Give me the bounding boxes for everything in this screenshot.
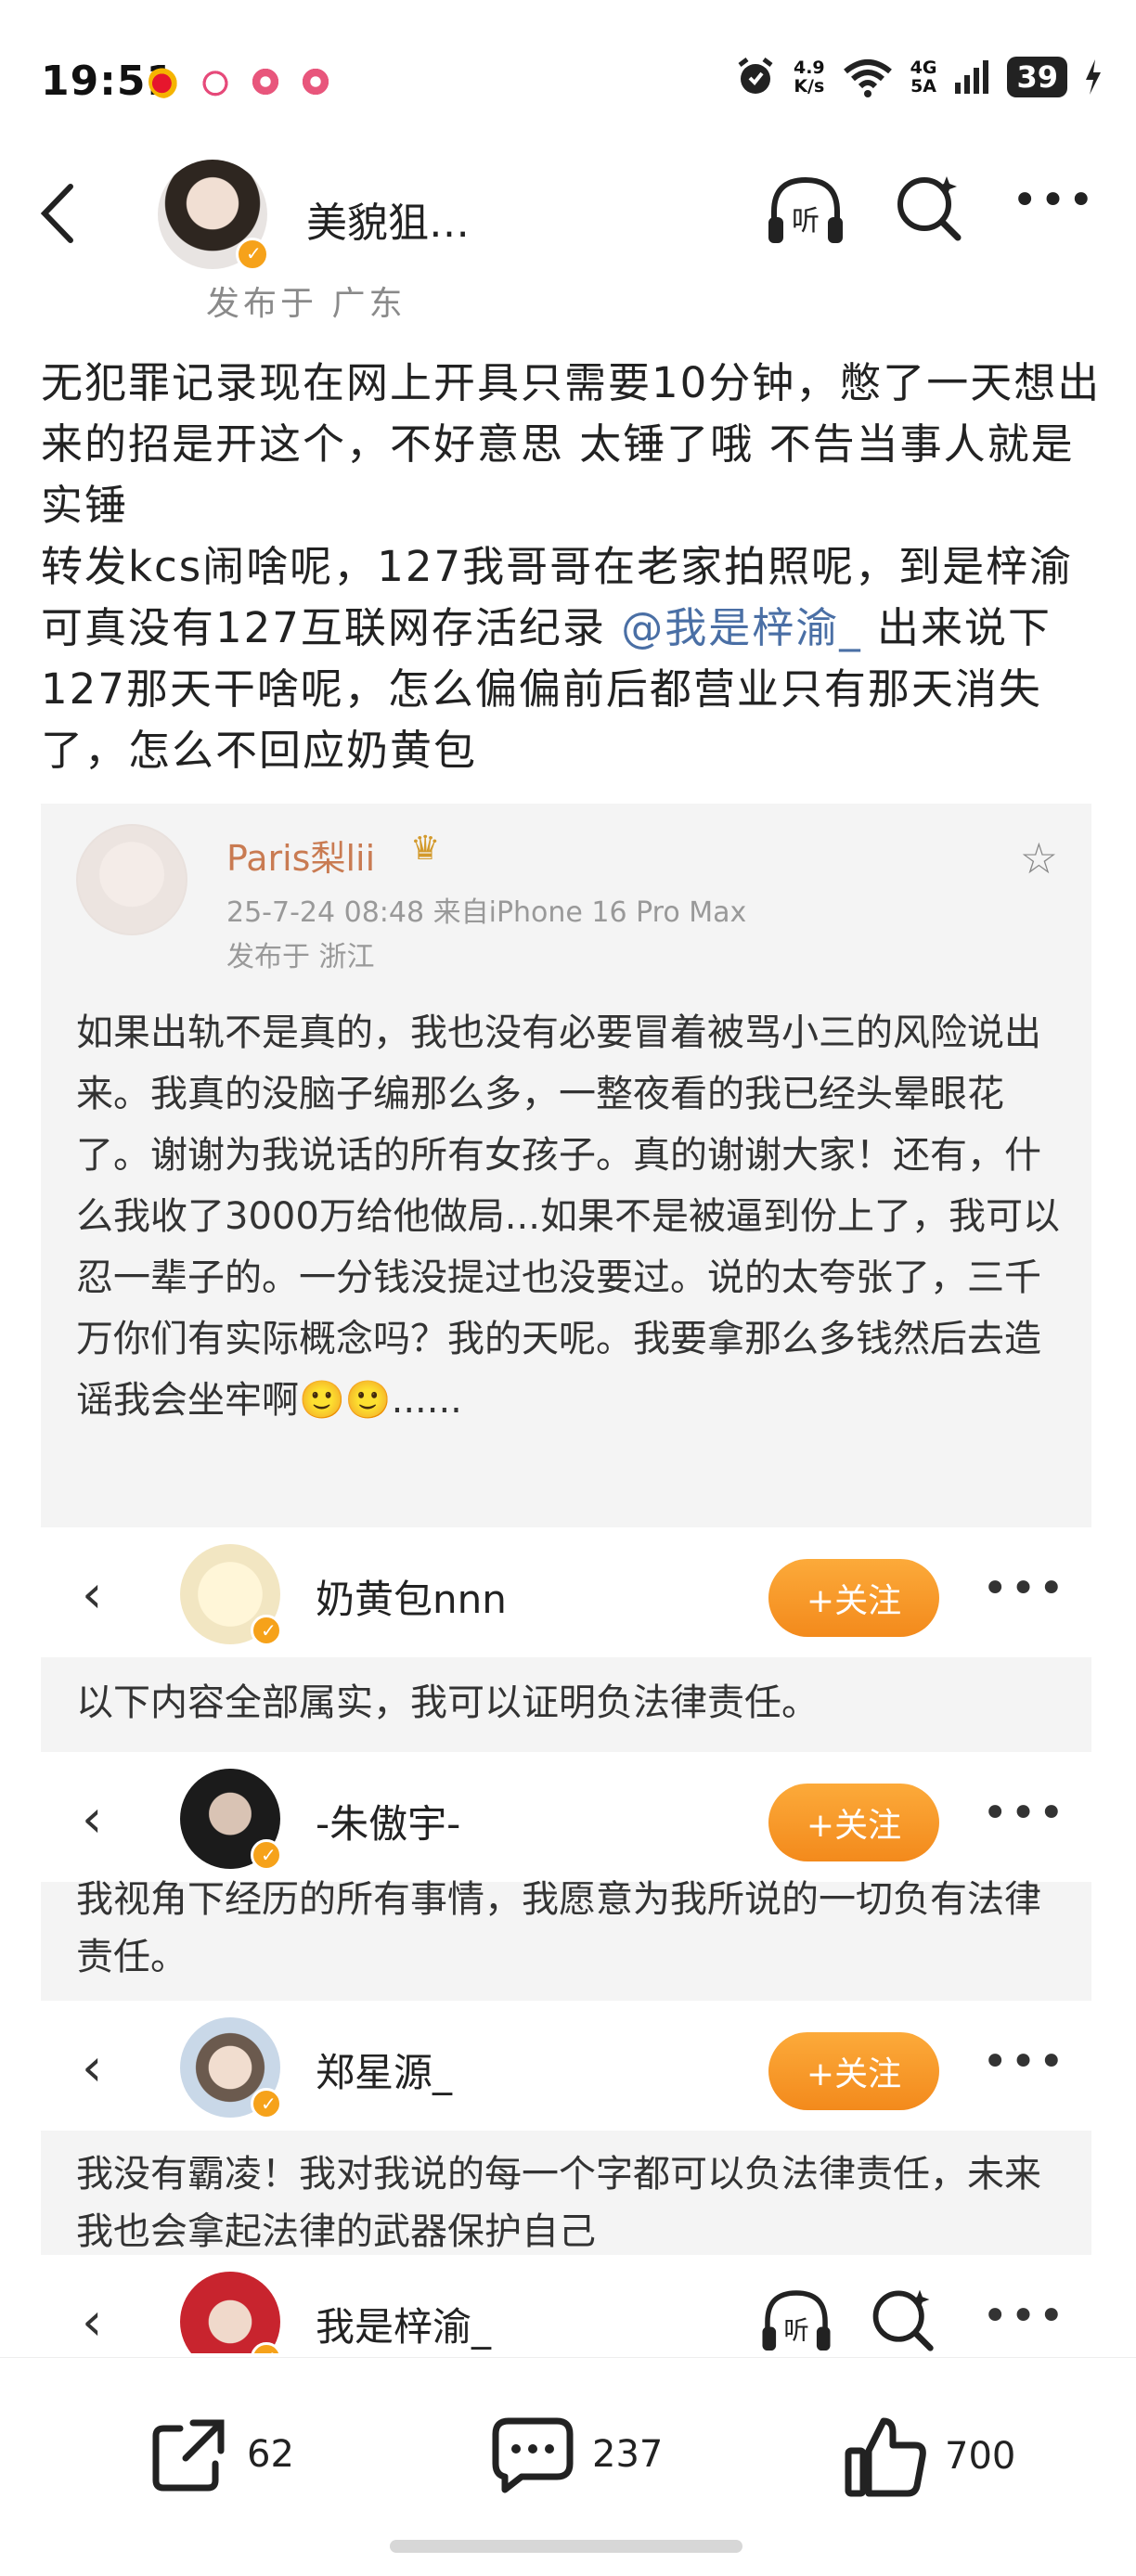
screenshot-content: Paris梨lii ♛ ☆ 25-7-24 08:48 来自iPhone 16 … (41, 804, 1091, 2353)
verified-badge-icon (236, 238, 269, 271)
share-icon (152, 2419, 225, 2492)
home-indicator[interactable] (390, 2540, 742, 2553)
verified-badge-icon (251, 2088, 282, 2119)
speed-unit: K/s (794, 76, 825, 97)
cellular-signal: 4G 5A (910, 58, 937, 96)
cloud-icon (199, 65, 232, 98)
app-icon (249, 65, 282, 98)
app-icon (299, 65, 332, 98)
signal-bottom: 5A (910, 76, 937, 97)
row-statement: 我视角下经历的所有事情，我愿意为我所说的一切负有法律责任。 (76, 1878, 1041, 1978)
published-location: 发布于 广东 (206, 285, 407, 323)
avatar (180, 2017, 282, 2119)
verified-badge-icon (251, 1615, 282, 1646)
signal-bars-icon (955, 60, 989, 94)
bottom-action-bar: 62 237 700 (0, 2357, 1136, 2576)
row-user-name: -朱傲宇- (316, 1801, 461, 1847)
row-statement: 我没有霸凌！我对我说的每一个字都可以负法律责任，未来我也会拿起法律的武器保护自己 (76, 2153, 1041, 2253)
top-nav: 美貌狙… 听 ••• (0, 148, 1136, 278)
headphones-icon: 听 (768, 176, 843, 243)
search-button[interactable] (891, 169, 965, 243)
status-indicators: 4.9 K/s 4G 5A 39 (734, 56, 1103, 98)
quoted-post-body: 如果出轨不是真的，我也没有必要冒着被骂小三的风险说出来。我真的没脑子编那么多，一… (76, 1011, 1060, 1422)
like-count: 700 (945, 2435, 1016, 2478)
quoted-user-row: ‹ 郑星源_ +关注 ••• (41, 2001, 1091, 2131)
headphones-icon: 听 (762, 2290, 831, 2351)
svg-text:听: 听 (792, 205, 820, 238)
quoted-user-avatar (76, 824, 187, 935)
follow-button: +关注 (768, 1559, 939, 1637)
verified-badge-icon (251, 2342, 282, 2353)
quoted-user-row: ‹ -朱傲宇- +关注 ••• (41, 1752, 1091, 1882)
search-icon (897, 176, 962, 241)
share-count: 62 (247, 2433, 294, 2476)
speed-value: 4.9 (793, 58, 825, 78)
follow-button: +关注 (768, 2032, 939, 2110)
more-options-icon[interactable]: ••• (1012, 174, 1096, 226)
chevron-left-icon: ‹ (82, 1789, 103, 1849)
more-options-icon: ••• (982, 1787, 1066, 1839)
signal-top: 4G (910, 58, 937, 78)
status-bar: 19:51 4.9 K/s 4G 5A 39 (0, 0, 1136, 158)
status-notification-icons (148, 65, 332, 98)
mention-link[interactable]: @我是梓渝_ (621, 603, 862, 652)
embedded-screenshot[interactable]: Paris梨lii ♛ ☆ 25-7-24 08:48 来自iPhone 16 … (41, 804, 1091, 2353)
crown-icon: ♛ (410, 830, 441, 868)
battery-indicator: 39 (1007, 57, 1067, 97)
quoted-post-location: 发布于 浙江 (226, 941, 375, 973)
quoted-user-row: ‹ 我是梓渝_ 听 ••• (41, 2255, 1091, 2353)
svg-text:听: 听 (783, 2316, 808, 2345)
favorite-star-icon: ☆ (1019, 833, 1058, 883)
share-button[interactable]: 62 (148, 2414, 294, 2495)
chevron-left-icon: ‹ (82, 2292, 103, 2352)
comment-count: 237 (592, 2433, 664, 2476)
chevron-left-icon (40, 184, 73, 243)
weibo-icon (148, 65, 182, 98)
row-user-name: 郑星源_ (316, 2050, 453, 2095)
author-name[interactable]: 美貌狙… (306, 189, 470, 249)
network-speed: 4.9 K/s (794, 58, 825, 96)
post-paragraph-1: 无犯罪记录现在网上开具只需要10分钟，憋了一天想出来的招是开这个，不好意思 太锤… (41, 358, 1102, 530)
row-statement: 以下内容全部属实，我可以证明负法律责任。 (76, 1681, 819, 1724)
author-avatar[interactable] (158, 160, 269, 271)
back-button[interactable] (37, 176, 93, 251)
more-options-icon: ••• (982, 2036, 1066, 2088)
avatar (180, 1544, 282, 1646)
verified-badge-icon (251, 1839, 282, 1871)
charging-icon (1086, 59, 1101, 95)
row-user-name: 我是梓渝_ (316, 2304, 492, 2350)
row-user-name: 奶黄包nnn (316, 1577, 507, 1622)
avatar (180, 2272, 282, 2353)
listen-button[interactable]: 听 (763, 169, 848, 254)
post-body: 无犯罪记录现在网上开具只需要10分钟，憋了一天想出来的招是开这个，不好意思 太锤… (41, 353, 1108, 781)
thumbs-up-icon (845, 2417, 926, 2497)
more-options-icon: ••• (982, 2290, 1066, 2342)
alarm-icon (738, 58, 773, 94)
like-button[interactable]: 700 (843, 2414, 1015, 2499)
comment-icon (492, 2417, 574, 2493)
avatar (180, 1769, 282, 1871)
quoted-user-name: Paris梨lii (226, 838, 376, 879)
comment-button[interactable]: 237 (490, 2414, 663, 2495)
post-paragraph-2: 转发kcs闹啥呢，127我哥哥在老家拍照呢，到是梓渝可真没有127互联网存活纪录… (41, 536, 1108, 781)
follow-button: +关注 (768, 1784, 939, 1861)
chevron-left-icon: ‹ (82, 1565, 103, 1625)
wifi-icon (843, 59, 892, 97)
more-options-icon: ••• (982, 1563, 1066, 1615)
quoted-post-meta: 25-7-24 08:48 来自iPhone 16 Pro Max (226, 896, 747, 929)
chevron-left-icon: ‹ (82, 2038, 103, 2098)
search-icon (872, 2289, 934, 2351)
quoted-user-row: ‹ 奶黄包nnn +关注 ••• (41, 1527, 1091, 1657)
